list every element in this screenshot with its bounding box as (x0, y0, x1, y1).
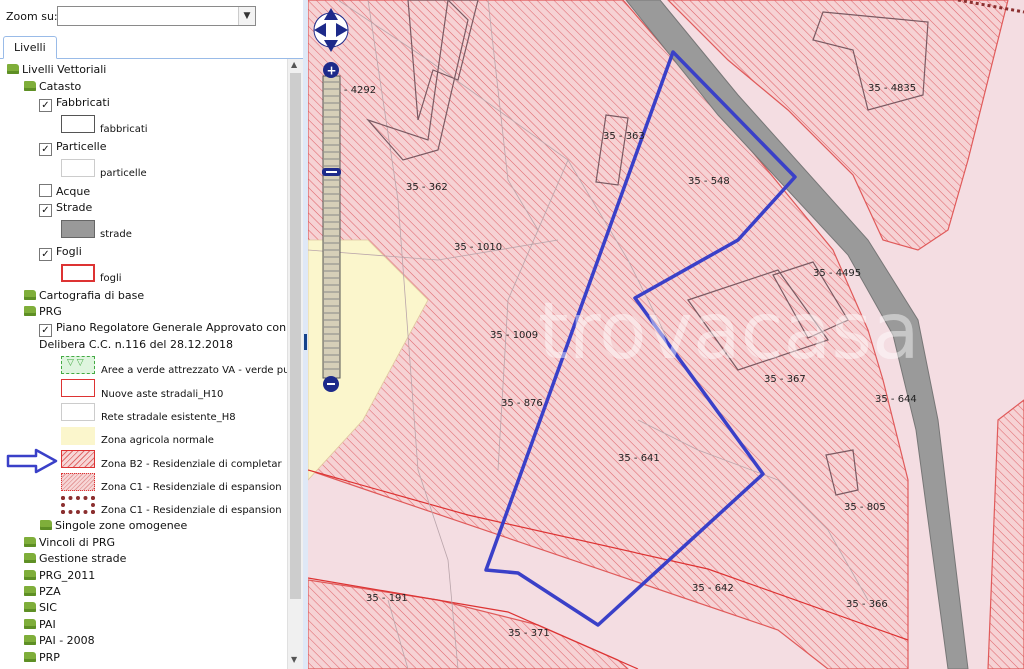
legend-label-zona-c1-b: Zona C1 - Residenziale di espansion (101, 505, 282, 516)
checkbox-fabbricati[interactable]: ✓ (39, 99, 52, 112)
chevron-down-icon[interactable]: ▼ (238, 7, 255, 25)
checkbox-particelle[interactable]: ✓ (39, 143, 52, 156)
scrollbar-thumb[interactable] (290, 73, 301, 599)
layer-prg[interactable]: ✓ Piano Regolatore Generale Approvato con (39, 321, 286, 337)
layer-acque[interactable]: Acque (39, 184, 90, 199)
folder-icon (24, 635, 36, 645)
legend-label-zona-c1: Zona C1 - Residenziale di espansion (101, 482, 282, 493)
legend-label-agricola: Zona agricola normale (101, 435, 214, 446)
legend-swatch-nuove-aste (61, 379, 95, 397)
parcel-label[interactable]: 35 - 191 (366, 593, 408, 604)
triangle-icon: ▽ ▽ (67, 358, 84, 368)
legend-swatch-zona-b2 (61, 450, 95, 468)
tree-node-root[interactable]: Livelli Vettoriali (7, 63, 106, 77)
parcel-label[interactable]: 35 - 1009 (490, 330, 538, 341)
layer-fabbricati[interactable]: ✓ Fabbricati (39, 96, 110, 112)
zoom-bar: Zoom su: ▼ (0, 0, 303, 34)
parcel-label[interactable]: 35 - 4835 (868, 83, 916, 94)
parcel-label[interactable]: 35 - 371 (508, 628, 550, 639)
strade-swatch (61, 220, 95, 238)
zoom-select[interactable]: ▼ (57, 6, 256, 26)
layer-prg-line2: Delibera C.C. n.116 del 28.12.2018 (39, 338, 233, 351)
folder-icon (24, 619, 36, 629)
scroll-up-icon[interactable]: ▲ (291, 60, 297, 69)
folder-icon (24, 537, 36, 547)
legend-swatch-verde: ▽ ▽ (61, 356, 95, 374)
tab-bar: Livelli (0, 34, 303, 59)
legend-swatch-rete (61, 403, 95, 421)
tree-node-pai[interactable]: PAI (24, 618, 56, 632)
legend-swatch-zona-c1 (61, 473, 95, 491)
layer-fogli[interactable]: ✓ Fogli (39, 245, 82, 261)
folder-icon (7, 64, 19, 74)
particelle-legend: particelle (100, 168, 147, 179)
watermark: trovacasa (538, 287, 920, 377)
checkbox-fogli[interactable]: ✓ (39, 248, 52, 261)
folder-icon (24, 652, 36, 662)
fabbricati-swatch (61, 115, 95, 133)
tree-node-pai2008[interactable]: PAI - 2008 (24, 634, 95, 648)
fogli-swatch (61, 264, 95, 282)
legend-label-rete: Rete stradale esistente_H8 (101, 412, 236, 423)
scroll-down-icon[interactable]: ▼ (291, 655, 297, 664)
fabbricati-legend: fabbricati (100, 124, 148, 135)
tree-node-prg2011[interactable]: PRG_2011 (24, 569, 95, 583)
layer-tree: Livelli Vettoriali Catasto ✓ Fabbricati f… (0, 59, 287, 669)
legend-swatch-zona-c1-b (61, 496, 95, 514)
parcel-label[interactable]: 35 - 4495 (813, 268, 861, 279)
legend-label-nuove-aste: Nuove aste stradali_H10 (101, 389, 224, 400)
parcel-label[interactable]: 35 - 362 (406, 182, 448, 193)
folder-icon (24, 553, 36, 563)
parcel-label[interactable]: 35 - 805 (844, 502, 886, 513)
parcel-label[interactable]: 35 - 1010 (454, 242, 502, 253)
layer-strade[interactable]: ✓ Strade (39, 201, 92, 217)
tree-node-prg[interactable]: PRG (24, 305, 62, 319)
legend-label-zona-b2: Zona B2 - Residenziale di completar (101, 459, 282, 470)
legend-swatch-agricola (61, 427, 95, 445)
parcel-label[interactable]: 35 - 641 (618, 453, 660, 464)
tree-node-prp[interactable]: PRP (24, 651, 60, 665)
tree-node-singole[interactable]: Singole zone omogenee (40, 519, 187, 533)
tree-node-catasto[interactable]: Catasto (24, 80, 81, 94)
folder-icon (24, 290, 36, 300)
folder-icon (24, 306, 36, 316)
tree-node-sic[interactable]: SIC (24, 601, 57, 615)
zoom-label: Zoom su: (6, 10, 58, 23)
folder-icon (24, 602, 36, 612)
tree-node-cartografia[interactable]: Cartografia di base (24, 289, 144, 303)
tree-node-pza[interactable]: PZA (24, 585, 61, 599)
map-view[interactable]: 35 - 4292 35 - 362 35 - 363 35 - 548 35 … (308, 0, 1024, 669)
strade-legend: strade (100, 229, 132, 240)
map-canvas[interactable]: 35 - 4292 35 - 362 35 - 363 35 - 548 35 … (308, 0, 1024, 669)
splitter-grip[interactable] (304, 334, 307, 350)
parcel-label[interactable]: 35 - 366 (846, 599, 888, 610)
parcel-label[interactable]: 35 - 644 (875, 394, 917, 405)
tree-node-vincoli[interactable]: Vincoli di PRG (24, 536, 115, 550)
layers-panel: Zoom su: ▼ Livelli Livelli Vettoriali Ca… (0, 0, 304, 669)
checkbox-strade[interactable]: ✓ (39, 204, 52, 217)
parcel-label[interactable]: 35 - 363 (603, 131, 645, 142)
folder-icon (40, 520, 52, 530)
tree-node-gestione[interactable]: Gestione strade (24, 552, 126, 566)
checkbox-acque[interactable] (39, 184, 52, 197)
folder-icon (24, 586, 36, 596)
tree-scrollbar[interactable]: ▲ ▼ (287, 59, 303, 669)
parcel-label[interactable]: 35 - 642 (692, 583, 734, 594)
folder-icon (24, 81, 36, 91)
svg-text:+: + (327, 64, 337, 78)
folder-icon (24, 570, 36, 580)
parcel-label[interactable]: 35 - 876 (501, 398, 543, 409)
parcel-label[interactable]: 35 - 548 (688, 176, 730, 187)
layer-particelle[interactable]: ✓ Particelle (39, 140, 106, 156)
fogli-legend: fogli (100, 273, 122, 284)
annotation-arrow-icon (6, 448, 58, 474)
checkbox-prg[interactable]: ✓ (39, 324, 52, 337)
tab-livelli[interactable]: Livelli (3, 36, 57, 59)
legend-label-verde: Aree a verde attrezzato VA - verde pu (101, 365, 287, 376)
particelle-swatch (61, 159, 95, 177)
zoom-slider[interactable]: + (322, 62, 341, 392)
